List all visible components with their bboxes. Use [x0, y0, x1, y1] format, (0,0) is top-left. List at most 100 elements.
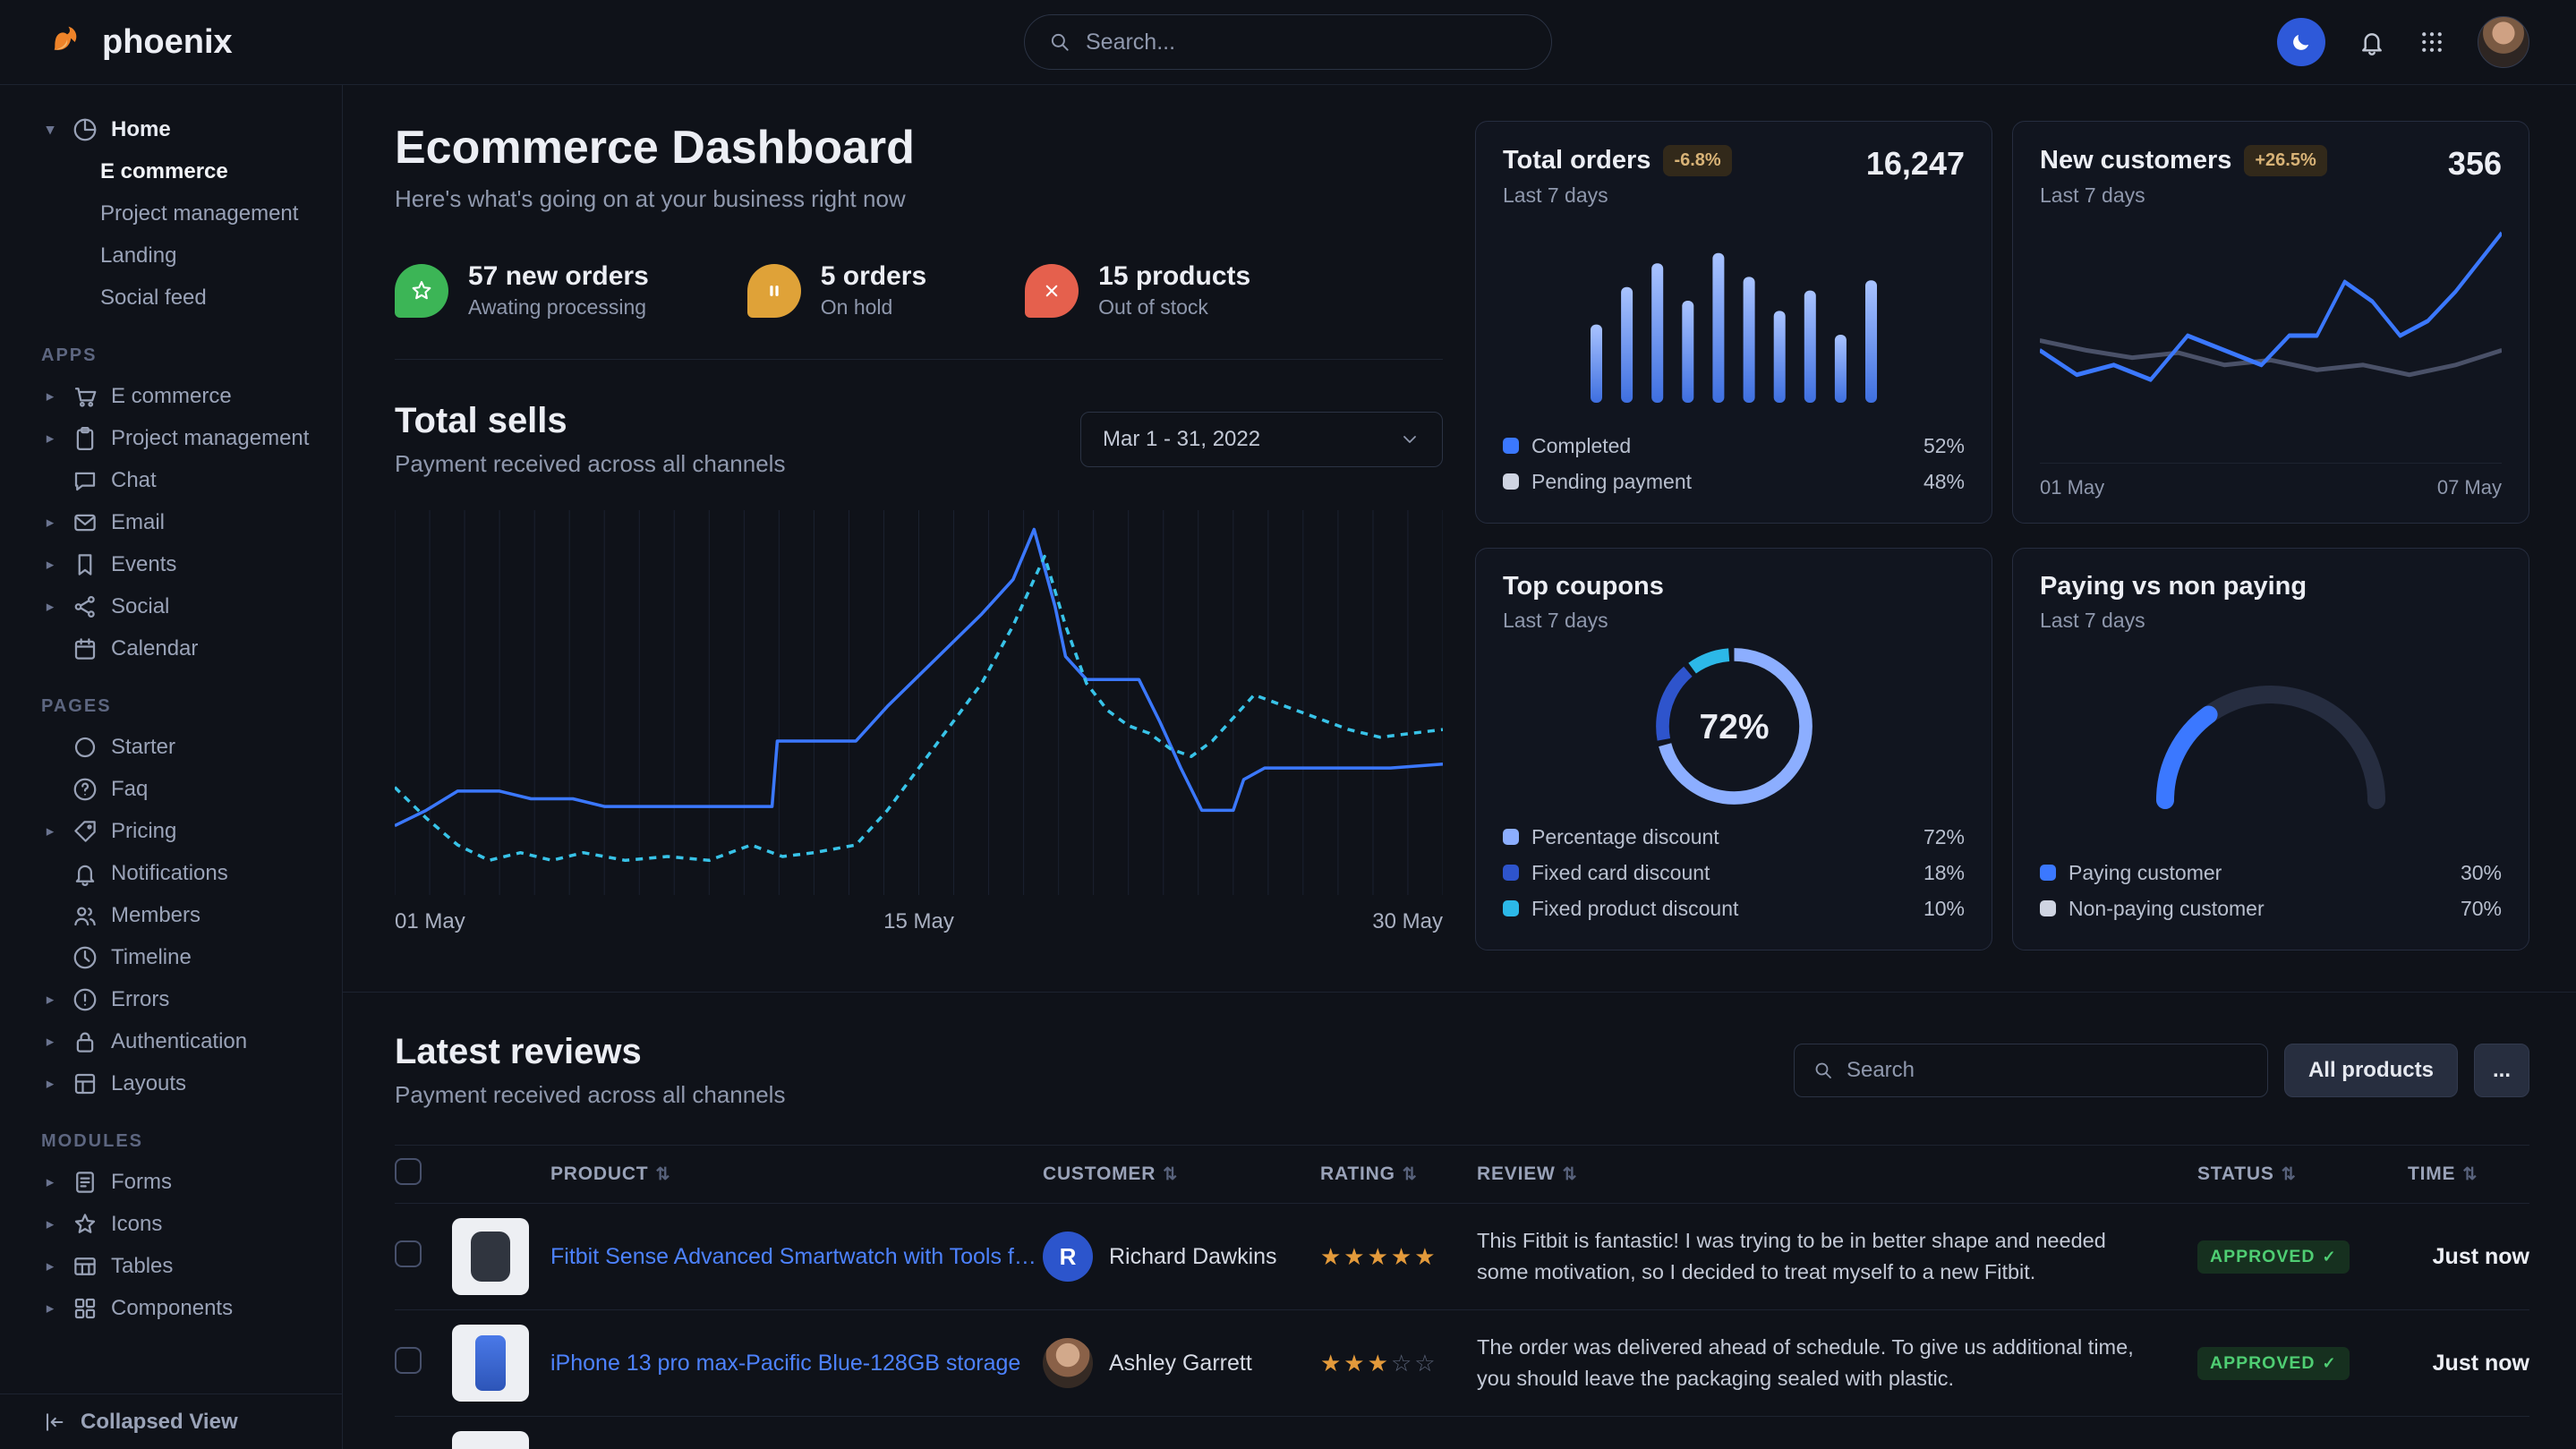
- table-body: Fitbit Sense Advanced Smartwatch with To…: [395, 1204, 2529, 1449]
- sidebar-item-label: Tables: [111, 1254, 173, 1279]
- sidebar-item-layouts[interactable]: ▸Layouts: [41, 1062, 342, 1104]
- legend-bullet: [1503, 438, 1519, 454]
- sidebar-item-label: Calendar: [111, 636, 198, 661]
- sidebar-item-chat[interactable]: Chat: [41, 459, 342, 501]
- notifications-bell-icon[interactable]: [2358, 28, 2386, 56]
- column-header-review[interactable]: REVIEW⇅: [1477, 1163, 2197, 1185]
- sidebar-item-label: Members: [111, 903, 200, 928]
- sidebar-item-label: Faq: [111, 777, 148, 802]
- global-search-input[interactable]: [1086, 30, 1528, 55]
- legend-bullet: [2040, 865, 2056, 881]
- caret-right-icon: ▸: [41, 598, 59, 616]
- sidebar-subitem-social-feed[interactable]: Social feed: [41, 277, 342, 319]
- column-header-rating[interactable]: RATING⇅: [1320, 1163, 1477, 1185]
- paying-gauge-chart: [2137, 668, 2405, 820]
- product-image-phone: [452, 1325, 529, 1402]
- page-title: Ecommerce Dashboard: [395, 121, 1443, 175]
- components-icon: [72, 1295, 98, 1322]
- select-all-checkbox[interactable]: [395, 1158, 422, 1185]
- row-checkbox[interactable]: [395, 1240, 422, 1267]
- star-bubble-icon: [395, 264, 448, 318]
- sidebar-item-e-commerce[interactable]: ▸E commerce: [41, 375, 342, 417]
- column-header-status[interactable]: STATUS⇅: [2197, 1163, 2408, 1185]
- sidebar-item-members[interactable]: Members: [41, 894, 342, 936]
- sort-icon: ⇅: [2282, 1164, 2297, 1185]
- sidebar-item-email[interactable]: ▸Email: [41, 501, 342, 543]
- card-title: Total orders: [1503, 146, 1651, 175]
- sidebar-item-label: Pricing: [111, 819, 176, 844]
- circle-icon: [72, 734, 98, 761]
- sidebar-subitem-e-commerce[interactable]: E commerce: [41, 150, 342, 192]
- date-range-select[interactable]: Mar 1 - 31, 2022: [1080, 412, 1443, 467]
- global-search[interactable]: [1024, 14, 1552, 70]
- product-image: [452, 1431, 529, 1449]
- reviews-table: PRODUCT⇅CUSTOMER⇅RATING⇅REVIEW⇅STATUS⇅TI…: [395, 1145, 2529, 1449]
- card-period: Last 7 days: [2040, 609, 2307, 633]
- caret-down-icon: ▾: [41, 121, 59, 139]
- sidebar-item-authentication[interactable]: ▸Authentication: [41, 1020, 342, 1062]
- divider: [395, 359, 1443, 360]
- customer-avatar-photo: [1043, 1338, 1093, 1388]
- star-icon: [72, 1211, 98, 1238]
- card-title: New customers: [2040, 146, 2231, 175]
- sidebar-item-label: Forms: [111, 1170, 172, 1195]
- brand[interactable]: phoenix: [47, 21, 233, 63]
- column-header-time[interactable]: TIME⇅: [2408, 1163, 2529, 1185]
- sidebar-item-calendar[interactable]: Calendar: [41, 627, 342, 669]
- sidebar-item-label: Home: [111, 117, 171, 142]
- row-checkbox[interactable]: [395, 1347, 422, 1374]
- sidebar-item-errors[interactable]: ▸Errors: [41, 978, 342, 1020]
- reviews-search-input[interactable]: [1847, 1058, 2249, 1083]
- sidebar-subitem-project-management[interactable]: Project management: [41, 192, 342, 234]
- caret-right-icon: ▸: [41, 1300, 59, 1317]
- sidebar-item-pricing[interactable]: ▸Pricing: [41, 810, 342, 852]
- sidebar-item-timeline[interactable]: Timeline: [41, 936, 342, 978]
- sidebar-item-tables[interactable]: ▸ Tables: [41, 1245, 342, 1287]
- theme-toggle-button[interactable]: [2277, 18, 2325, 66]
- sidebar-subitem-landing[interactable]: Landing: [41, 234, 342, 277]
- sidebar-item-faq[interactable]: Faq: [41, 768, 342, 810]
- collapse-view-button[interactable]: Collapsed View: [0, 1394, 342, 1449]
- sidebar-item-components[interactable]: ▸Components: [41, 1287, 342, 1329]
- total-sells-x-labels: 01 May 15 May 30 May: [395, 909, 1443, 934]
- status-badge: APPROVED✓: [2197, 1347, 2350, 1380]
- sidebar-item-label: Events: [111, 552, 176, 577]
- more-options-button[interactable]: ...: [2474, 1044, 2529, 1097]
- apps-grid-icon[interactable]: [2418, 29, 2445, 55]
- collapse-icon: [41, 1410, 66, 1435]
- reviews-subtitle: Payment received across all channels: [395, 1081, 785, 1109]
- sidebar-section-apps: APPS: [41, 345, 342, 366]
- sidebar-item-starter[interactable]: Starter: [41, 726, 342, 768]
- caret-right-icon: ▸: [41, 1257, 59, 1275]
- stats-row: 57 new orders Awating processing 5 order…: [395, 261, 1443, 320]
- legend-label: Paying customer: [2068, 861, 2222, 885]
- column-header-product[interactable]: PRODUCT⇅: [452, 1163, 1043, 1185]
- caret-right-icon: ▸: [41, 1215, 59, 1233]
- sidebar-item-social[interactable]: ▸Social: [41, 585, 342, 627]
- product-link[interactable]: iPhone 13 pro max-Pacific Blue-128GB sto…: [550, 1351, 1020, 1377]
- product-link[interactable]: Fitbit Sense Advanced Smartwatch with To…: [550, 1244, 1043, 1270]
- sidebar-item-notifications[interactable]: Notifications: [41, 852, 342, 894]
- sidebar-item-label: E commerce: [111, 384, 232, 409]
- user-avatar[interactable]: [2478, 16, 2529, 68]
- sidebar-item-events[interactable]: ▸Events: [41, 543, 342, 585]
- top-navbar: phoenix: [0, 0, 2576, 85]
- reviews-search[interactable]: [1794, 1044, 2268, 1097]
- legend-value: 52%: [1923, 434, 1965, 458]
- sidebar-item-label: Notifications: [111, 861, 228, 886]
- sidebar-item-project-management[interactable]: ▸Project management: [41, 417, 342, 459]
- sidebar-item-forms[interactable]: ▸Forms: [41, 1161, 342, 1203]
- all-products-button[interactable]: All products: [2284, 1044, 2458, 1097]
- legend-label: Fixed card discount: [1531, 861, 1710, 885]
- sidebar-item-label: Errors: [111, 987, 169, 1012]
- sidebar-item-label: Starter: [111, 735, 175, 760]
- column-header-customer[interactable]: CUSTOMER⇅: [1043, 1163, 1320, 1185]
- sort-icon: ⇅: [1163, 1164, 1178, 1185]
- legend-label: Percentage discount: [1531, 825, 1719, 849]
- sidebar-item-icons[interactable]: ▸Icons: [41, 1203, 342, 1245]
- navbar-actions: [2277, 16, 2529, 68]
- sidebar-item-home[interactable]: ▾ Home: [41, 108, 342, 150]
- review-time: Just now: [2408, 1351, 2529, 1377]
- chevron-down-icon: [1399, 429, 1420, 450]
- legend-bullet: [1503, 829, 1519, 845]
